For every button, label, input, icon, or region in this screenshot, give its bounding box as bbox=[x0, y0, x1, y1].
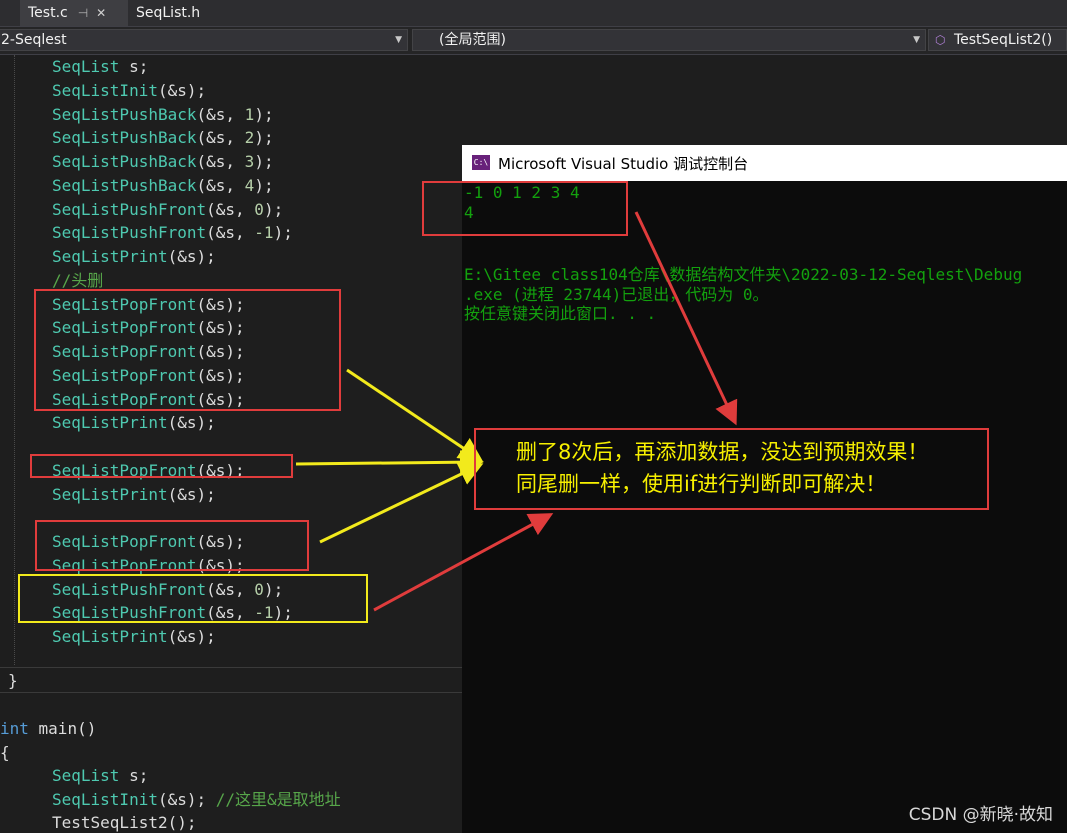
callout-line-2: 同尾删一样，使用if进行判断即可解决！ bbox=[516, 472, 887, 496]
yellow-arrow bbox=[295, 450, 484, 475]
watermark: CSDN @新晓·故知 bbox=[908, 805, 1053, 825]
callout-line-1: 删了8次后，再添加数据，没达到预期效果！ bbox=[516, 440, 929, 464]
annotation-callout: 删了8次后，再添加数据，没达到预期效果！ 同尾删一样，使用if进行判断即可解决！ bbox=[474, 428, 989, 510]
yellow-arrow bbox=[346, 368, 483, 462]
annotation-arrows bbox=[295, 211, 738, 612]
yellow-arrow bbox=[319, 462, 484, 544]
red-arrow bbox=[634, 211, 738, 426]
red-arrow bbox=[373, 513, 554, 612]
